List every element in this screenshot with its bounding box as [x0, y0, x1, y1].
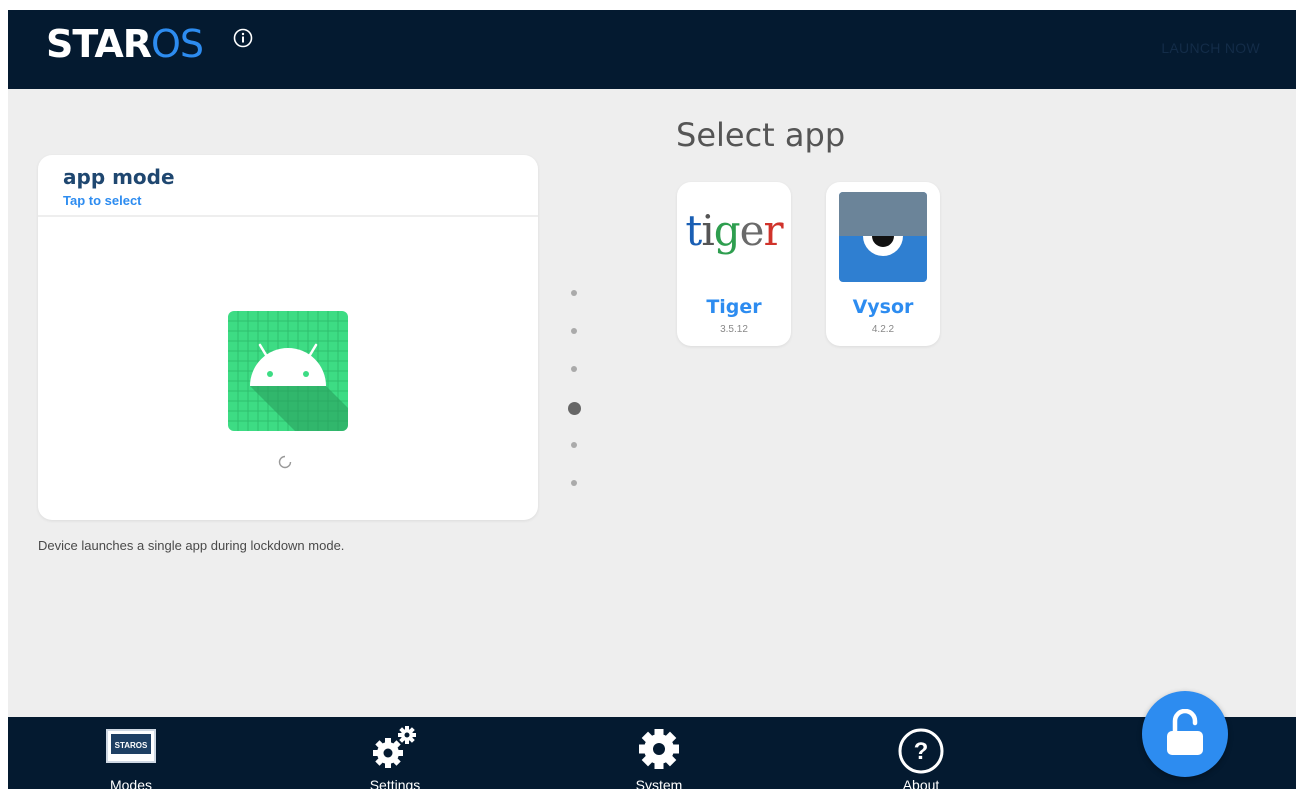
nav-system[interactable]: System [599, 717, 719, 789]
gear-icon [637, 727, 681, 776]
staros-screen: STAROS LAUNCH NOW app mode Tap to select [8, 10, 1296, 789]
pager-dot[interactable] [571, 290, 577, 296]
android-app-icon [228, 311, 348, 431]
mode-card[interactable]: app mode Tap to select [38, 155, 538, 520]
app-name: Tiger [706, 296, 762, 318]
vysor-eye-icon [839, 192, 927, 282]
app-version: 3.5.12 [720, 324, 748, 335]
bottom-nav: STAROS Modes Settings System ? About [8, 717, 1296, 789]
app-version: 4.2.2 [871, 324, 895, 335]
staros-screen-icon: STAROS [106, 729, 156, 768]
mode-description: Device launches a single app during lock… [38, 538, 345, 553]
nav-label: Settings [369, 777, 421, 789]
app-card-tiger[interactable]: tiger Tiger 3.5.12 [677, 182, 791, 346]
svg-text:?: ? [914, 738, 929, 765]
mode-card-header: app mode Tap to select [38, 155, 538, 217]
logo-os: OS [151, 22, 204, 66]
staros-logo: STAROS [46, 22, 204, 66]
pager-dot-active[interactable] [568, 402, 581, 415]
tap-to-select-link[interactable]: Tap to select [63, 193, 538, 208]
svg-text:STAROS: STAROS [115, 741, 148, 750]
unlock-fab-button[interactable] [1142, 691, 1228, 777]
top-bar: STAROS LAUNCH NOW [8, 10, 1296, 89]
nav-label: About [902, 777, 940, 789]
info-icon[interactable] [233, 28, 253, 48]
nav-label: System [635, 777, 683, 789]
nav-about[interactable]: ? About [861, 717, 981, 789]
logo-star: STAR [46, 22, 152, 66]
tiger-logo-icon: tiger [685, 206, 783, 255]
nav-settings[interactable]: Settings [335, 717, 455, 789]
nav-modes[interactable]: STAROS Modes [71, 717, 191, 789]
app-name: Vysor [852, 296, 914, 318]
launch-now-button[interactable]: LAUNCH NOW [1161, 40, 1260, 56]
mode-title: app mode [63, 165, 175, 189]
pager-dot[interactable] [571, 442, 577, 448]
loading-spinner-icon [278, 455, 292, 469]
pager-dot[interactable] [571, 366, 577, 372]
select-app-title: Select app [676, 116, 846, 154]
pager-dot[interactable] [571, 328, 577, 334]
question-circle-icon: ? [897, 727, 945, 780]
nav-label: Modes [109, 777, 153, 789]
app-card-vysor[interactable]: Vysor 4.2.2 [826, 182, 940, 346]
gears-icon [371, 725, 419, 776]
unlock-icon [1167, 709, 1203, 755]
pager-dot[interactable] [571, 480, 577, 486]
